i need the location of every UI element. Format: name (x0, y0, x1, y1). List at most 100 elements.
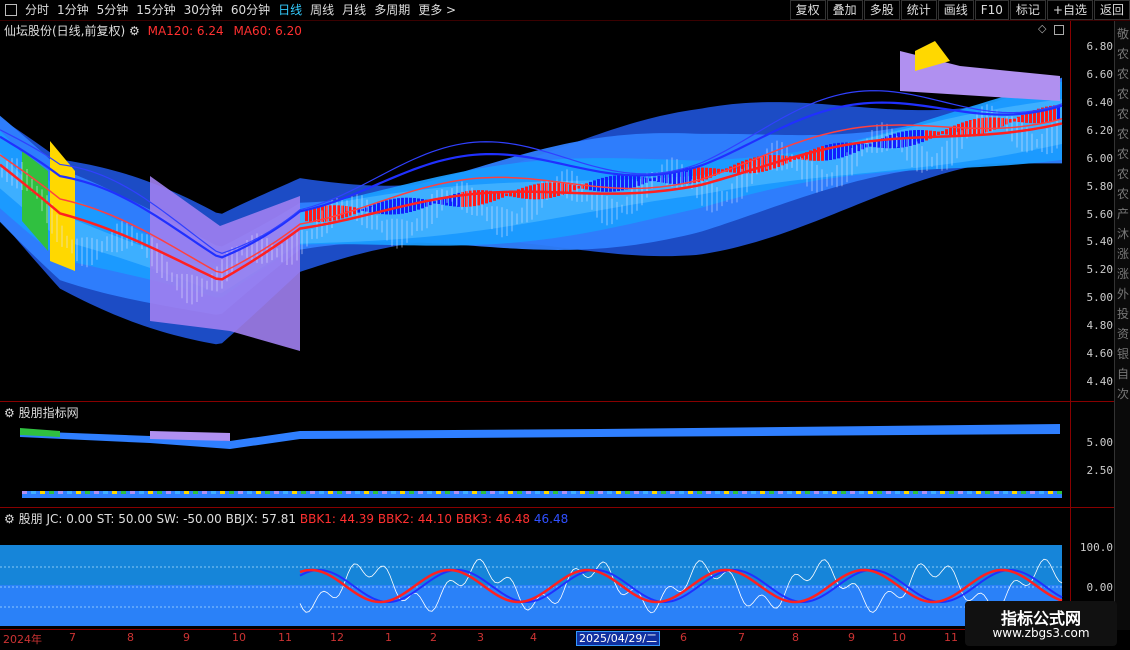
down-candle (873, 141, 876, 148)
price-axis: 6.80 6.60 6.40 6.20 6.00 5.80 5.60 5.40 … (1070, 21, 1115, 630)
up-candle (573, 185, 576, 191)
up-candle (545, 182, 548, 199)
strip-char: 农 (1117, 47, 1130, 61)
overlay-button[interactable]: 叠加 (826, 0, 863, 20)
ind1-lower-seg (796, 491, 801, 494)
strip-char: 农 (1117, 67, 1130, 81)
down-candle (889, 134, 892, 149)
ind1-lower-seg (139, 491, 144, 494)
down-candle (361, 208, 364, 211)
draw-line-button[interactable]: 画线 (937, 0, 974, 20)
down-candle (597, 179, 600, 192)
ind1-lower-seg (742, 491, 747, 494)
menu-icon[interactable] (5, 4, 17, 16)
up-candle (973, 119, 976, 136)
indicator2-lines (0, 545, 1063, 626)
ind1-lower-seg (1021, 491, 1026, 494)
price-label: 6.00 (1086, 152, 1114, 165)
right-info-strip[interactable]: 敬农农农农农农农农产沐涨涨外投资银自次 (1114, 21, 1130, 630)
ind1-lower-seg (166, 491, 171, 494)
x-tick: 11 (944, 631, 958, 644)
gear-icon[interactable]: ⚙ (4, 512, 15, 526)
down-candle (369, 205, 372, 213)
down-candle (609, 176, 612, 192)
ind1-lower-seg (310, 491, 315, 494)
up-candle (553, 182, 556, 198)
strip-char: 涨 (1117, 267, 1130, 281)
ind1-lower-seg (634, 491, 639, 494)
price-label: 4.80 (1086, 319, 1114, 332)
up-candle (769, 155, 772, 170)
ind1-lower-seg (1048, 491, 1053, 494)
brand-url: www.zbgs3.com (992, 626, 1090, 640)
ind1-lower-seg (328, 491, 333, 494)
tab-fenshi[interactable]: 分时 (21, 0, 53, 20)
top-toolbar: 分时 1分钟 5分钟 15分钟 30分钟 60分钟 日线 周线 月线 多周期 更… (0, 0, 1130, 21)
strip-char: 外 (1117, 287, 1130, 301)
tab-30min[interactable]: 30分钟 (180, 0, 227, 20)
ind1-lower-seg (1030, 491, 1035, 494)
tab-monthly[interactable]: 月线 (338, 0, 370, 20)
ind1-lower-seg (967, 491, 972, 494)
up-candle (549, 182, 552, 198)
down-candle (825, 144, 828, 161)
tab-daily[interactable]: 日线 (274, 0, 306, 20)
price-label: 5.80 (1086, 180, 1114, 193)
stock-title: 仙坛股份(日线,前复权) (4, 24, 126, 38)
tab-15min[interactable]: 15分钟 (132, 0, 179, 20)
statistics-button[interactable]: 统计 (900, 0, 937, 20)
price-label: 5.20 (1086, 263, 1114, 276)
multi-stock-button[interactable]: 多股 (863, 0, 900, 20)
tab-multi-period[interactable]: 多周期 (370, 0, 414, 20)
ind1-lower-seg (895, 491, 900, 494)
up-candle (333, 205, 336, 221)
ind1-lower-seg (976, 491, 981, 494)
ind1-lower-seg (931, 491, 936, 494)
back-button[interactable]: 返回 (1093, 0, 1130, 20)
ind1-lower-seg (922, 491, 927, 494)
ind1-lower-seg (571, 491, 576, 494)
up-candle (737, 162, 740, 174)
gear-icon[interactable]: ⚙ (4, 406, 15, 420)
strip-char: 农 (1117, 167, 1130, 181)
ind1-lower-seg (553, 491, 558, 494)
ind1-lower-seg (607, 491, 612, 494)
ind1-lower-seg (805, 491, 810, 494)
ind1-lower-seg (202, 491, 207, 494)
ind1-lower-seg (427, 491, 432, 494)
cursor-date-label: 2025/04/29/二 (576, 631, 661, 646)
extra-value: 46.48 (533, 512, 569, 526)
tab-1min[interactable]: 1分钟 (53, 0, 93, 20)
down-candle (421, 198, 424, 209)
ind1-lower-seg (940, 491, 945, 494)
up-candle (1013, 118, 1016, 122)
tab-5min[interactable]: 5分钟 (93, 0, 133, 20)
ind1-axis-label: 5.00 (1086, 436, 1114, 449)
ind1-lower-seg (175, 491, 180, 494)
strip-char: 敬 (1117, 27, 1130, 41)
down-candle (661, 174, 664, 183)
chart-canvas[interactable] (0, 21, 1070, 630)
diamond-icon[interactable]: ◇ (1038, 22, 1046, 35)
ind1-lower-seg (67, 491, 72, 494)
ind1-lower-seg (364, 491, 369, 494)
up-candle (945, 129, 948, 135)
tab-weekly[interactable]: 周线 (306, 0, 338, 20)
tab-more[interactable]: 更多 > (414, 0, 460, 20)
ind1-lower-seg (355, 491, 360, 494)
tab-60min[interactable]: 60分钟 (227, 0, 274, 20)
up-candle (313, 207, 316, 222)
settings-icon[interactable]: ⚙ (129, 24, 140, 38)
toolbar-right-buttons: 复权 叠加 多股 统计 画线 F10 标记 +自选 返回 (789, 0, 1130, 20)
ind1-lower-seg (1039, 491, 1044, 494)
f10-button[interactable]: F10 (974, 0, 1009, 20)
up-candle (1009, 119, 1012, 123)
ind1-lower-seg (652, 491, 657, 494)
add-watchlist-button[interactable]: +自选 (1046, 0, 1093, 20)
mark-button[interactable]: 标记 (1009, 0, 1046, 20)
ind1-lower-seg (814, 491, 819, 494)
restore-rights-button[interactable]: 复权 (789, 0, 826, 20)
strip-char: 产 (1117, 207, 1130, 221)
ind1-lower-seg (445, 491, 450, 494)
expand-icon[interactable] (1054, 25, 1064, 35)
